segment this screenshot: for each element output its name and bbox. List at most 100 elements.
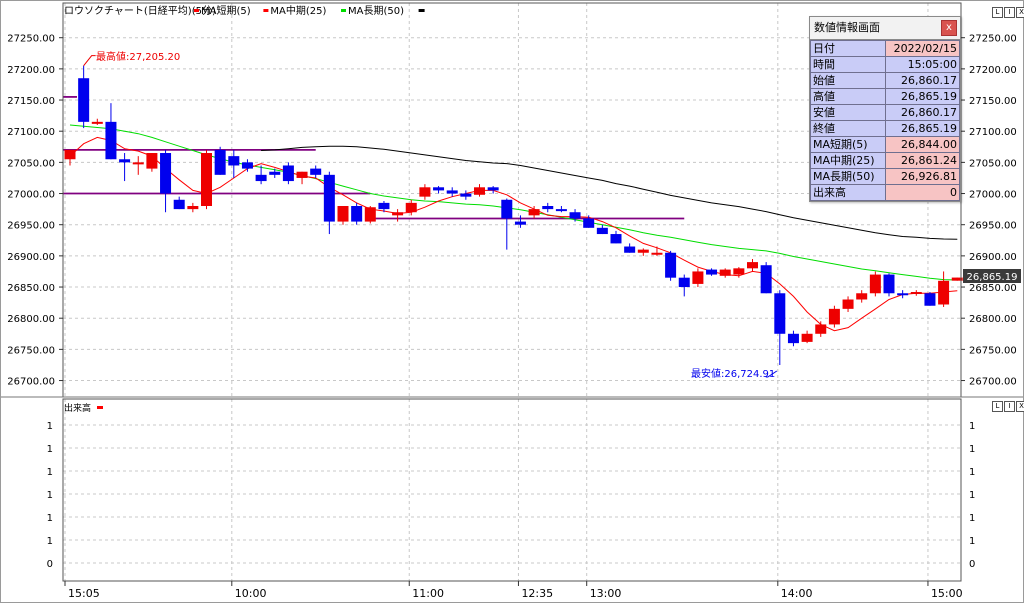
price-tick-label-right: 27200.00 — [969, 65, 1017, 76]
candle-body — [842, 299, 854, 309]
candle-body — [583, 218, 595, 228]
price-tick-label-right: 27250.00 — [969, 34, 1017, 45]
data-window-key: 高値 — [810, 88, 886, 105]
candle-body — [364, 207, 376, 222]
data-window-value: 26,865.19 — [885, 120, 960, 137]
price-pane-window-buttons: L I X — [992, 7, 1024, 18]
candle — [78, 65, 90, 129]
candle-body — [828, 308, 840, 325]
data-window-value: 15:05:00 — [885, 56, 960, 73]
candle-body — [433, 187, 445, 191]
volume-pane-border — [62, 398, 962, 582]
chart-window: 27250.00 27250.00 27200.00 27200.00 27150.00… — [0, 0, 1024, 603]
price-tick-label-right: 27000.00 — [969, 190, 1017, 201]
price-tick-label-right: 26900.00 — [969, 252, 1017, 263]
candle — [747, 258, 758, 272]
candle-body — [228, 156, 240, 166]
candle — [160, 149, 172, 213]
candle — [815, 321, 827, 337]
candle — [555, 206, 567, 213]
candle-body — [132, 162, 144, 165]
candle-body — [596, 227, 608, 235]
candle — [883, 273, 895, 297]
candle — [474, 184, 485, 197]
candle-body — [201, 153, 212, 206]
candle-body — [678, 277, 690, 288]
candle — [487, 186, 499, 194]
candle-body — [815, 324, 827, 334]
data-window-row: MA中期(25) 26,861.24 — [810, 152, 960, 169]
candle — [146, 153, 158, 172]
data-window-title: 数値情報画面 — [814, 21, 880, 34]
volume-tick-label-right: 1 — [969, 444, 975, 455]
pane-info-button[interactable]: I — [1004, 7, 1015, 18]
data-window-key: 終値 — [810, 120, 886, 137]
volume-lock-button[interactable]: L — [992, 401, 1003, 412]
candle — [787, 330, 799, 347]
volume-tick-label-left: 1 — [47, 444, 53, 455]
price-tick-label-left: 26750.00 — [7, 345, 55, 356]
candle — [774, 290, 786, 366]
data-window-key: MA中期(25) — [810, 152, 886, 169]
volume-close-button[interactable]: X — [1016, 401, 1024, 412]
data-window-close-button[interactable]: x — [941, 20, 957, 36]
price-tick-label-left: 27000.00 — [7, 190, 55, 201]
time-tick-label: 13:00 — [590, 587, 622, 600]
data-window-row: 安値 26,860.17 — [810, 104, 960, 121]
pane-close-button[interactable]: X — [1016, 7, 1024, 18]
data-window-key: 時間 — [810, 56, 886, 73]
candle — [214, 146, 226, 175]
volume-tick-label-right: 1 — [969, 536, 975, 547]
candle — [542, 202, 554, 213]
candle-body — [801, 333, 813, 342]
time-tick-label: 14:00 — [781, 587, 813, 600]
time-tick-label: 15:05 — [68, 587, 100, 600]
legend-marker — [263, 9, 269, 12]
candle-body — [119, 159, 131, 163]
candle-body — [446, 190, 458, 194]
candle-body — [474, 187, 485, 195]
candle — [624, 243, 636, 253]
candle-body — [897, 293, 909, 296]
data-window-titlebar[interactable]: 数値情報画面 x — [810, 17, 960, 40]
candle-body — [78, 78, 90, 122]
candle-body — [542, 206, 554, 210]
candle — [610, 230, 622, 244]
price-tick-label-left: 26700.00 — [7, 377, 55, 388]
legend-end-marker — [418, 9, 425, 12]
price-tick-label-left: 26950.00 — [7, 221, 55, 232]
candle-body — [924, 293, 936, 306]
legend-label: MA短期(5) — [201, 4, 251, 17]
price-tick-label-right: 26700.00 — [969, 377, 1017, 388]
candle-body — [296, 171, 308, 178]
price-tick-label-right: 27100.00 — [969, 127, 1017, 138]
volume-tick-label-right: 1 — [969, 490, 975, 501]
candle — [201, 149, 212, 210]
candle-body — [910, 292, 922, 295]
candle — [760, 262, 772, 294]
volume-tick-label-left: 1 — [47, 536, 53, 547]
data-window-value: 26,860.17 — [885, 104, 960, 121]
candle — [733, 267, 745, 278]
candle-body — [528, 209, 540, 216]
candle — [569, 209, 581, 222]
volume-info-button[interactable]: I — [1004, 401, 1015, 412]
legend-label: MA長期(50) — [348, 5, 404, 17]
candle-body — [105, 121, 117, 160]
pane-lock-button[interactable]: L — [992, 7, 1003, 18]
legend: MA短期(5) MA中期(25) MA長期(50) — [194, 4, 425, 17]
candle-body — [869, 274, 881, 294]
data-window-key: MA長期(50) — [810, 168, 886, 185]
candle — [869, 271, 881, 297]
candle — [433, 186, 445, 194]
data-window-key: 日付 — [810, 40, 886, 57]
data-window-row: 出来高 0 — [810, 184, 960, 201]
candle-body — [774, 293, 786, 334]
price-tick-label-left: 26850.00 — [7, 283, 55, 294]
volume-tick-label-right: 0 — [969, 559, 975, 570]
candle — [91, 118, 103, 125]
last-price-text: 26,865.19 — [967, 272, 1018, 283]
data-window-value: 26,861.24 — [885, 152, 960, 169]
data-window[interactable]: 数値情報画面 x 日付 2022/02/15 時間 15:05:00 始値 26,860.… — [809, 16, 961, 202]
candle — [897, 290, 909, 299]
